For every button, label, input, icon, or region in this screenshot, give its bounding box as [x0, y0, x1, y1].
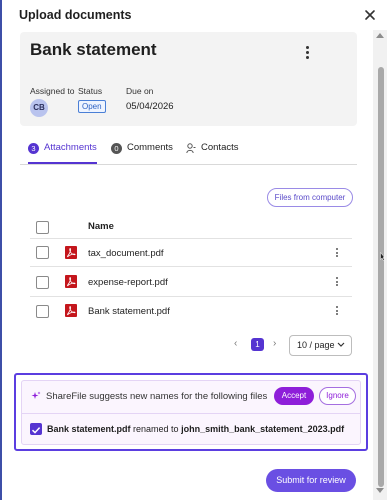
sparkle-icon: [31, 391, 41, 399]
due-on-label: Due on: [126, 86, 154, 96]
row-more-icon[interactable]: [335, 306, 338, 316]
row-more-icon[interactable]: [335, 248, 338, 258]
mouse-cursor-icon: [380, 252, 385, 261]
submit-for-review-button[interactable]: Submit for review: [266, 469, 356, 492]
tab-attachments-label: Attachments: [44, 142, 97, 153]
contacts-icon: [186, 143, 196, 154]
tab-bar: 3 Attachments 0 Comments Contacts: [20, 142, 357, 165]
row-checkbox[interactable]: [36, 276, 49, 289]
rename-suggestion-highlight: ShareFile suggests new names for the fol…: [14, 373, 368, 451]
assigned-to-label: Assigned to: [30, 86, 75, 96]
pdf-icon: [65, 304, 77, 317]
tab-contacts[interactable]: Contacts: [186, 142, 239, 164]
status-badge: Open: [78, 100, 106, 113]
suggestion-divider: [22, 413, 360, 414]
ignore-button[interactable]: Ignore: [319, 387, 356, 405]
rename-suggestion-panel: ShareFile suggests new names for the fol…: [21, 380, 361, 445]
file-name[interactable]: expense-report.pdf: [88, 277, 168, 288]
checkmark-icon: [31, 427, 41, 434]
attachments-count-badge: 3: [28, 143, 39, 154]
due-date: 05/04/2026: [126, 101, 174, 112]
tab-comments-label: Comments: [127, 142, 173, 153]
dialog-title: Upload documents: [19, 8, 132, 22]
page-size-value: 10 / page: [297, 340, 335, 350]
task-title: Bank statement: [30, 40, 157, 59]
avatar: CB: [30, 99, 48, 117]
status-label: Status: [78, 86, 103, 96]
dialog-content: Bank statement Assigned to Status Due on…: [0, 30, 373, 500]
scroll-up-icon[interactable]: [376, 33, 384, 38]
row-checkbox[interactable]: [36, 246, 49, 259]
renamed-to-text: renamed to: [133, 424, 179, 434]
row-checkbox[interactable]: [36, 305, 49, 318]
close-icon[interactable]: [363, 8, 377, 22]
previous-page-icon[interactable]: ‹: [234, 338, 237, 349]
file-name[interactable]: Bank statement.pdf: [88, 306, 170, 317]
table-divider: [30, 266, 352, 267]
scroll-down-icon[interactable]: [376, 488, 384, 493]
rename-checkbox[interactable]: [30, 423, 42, 435]
file-name[interactable]: tax_document.pdf: [88, 248, 164, 259]
new-file-name: john_smith_bank_statement_2023.pdf: [181, 424, 345, 434]
scrollbar[interactable]: [373, 30, 387, 500]
more-options-icon[interactable]: [304, 46, 310, 62]
rename-detail: Bank statement.pdf renamed to john_smith…: [47, 424, 344, 434]
next-page-icon[interactable]: ›: [273, 338, 276, 349]
select-all-checkbox[interactable]: [36, 221, 49, 234]
scrollbar-thumb[interactable]: [378, 67, 384, 487]
pdf-icon: [65, 275, 77, 288]
task-card: Bank statement Assigned to Status Due on…: [20, 32, 357, 126]
pdf-icon: [65, 246, 77, 259]
table-divider: [30, 296, 352, 297]
original-file-name: Bank statement.pdf: [47, 424, 131, 434]
tab-comments[interactable]: 0 Comments: [111, 142, 173, 164]
files-from-computer-button[interactable]: Files from computer: [267, 188, 353, 207]
page-size-select[interactable]: 10 / page: [289, 335, 352, 356]
tab-attachments[interactable]: 3 Attachments: [28, 142, 97, 164]
chevron-down-icon: [337, 342, 345, 347]
suggestion-message: ShareFile suggests new names for the fol…: [46, 391, 268, 402]
name-column-header: Name: [88, 221, 114, 232]
table-divider: [30, 238, 352, 239]
current-page-button[interactable]: 1: [251, 338, 264, 351]
accept-button[interactable]: Accept: [274, 387, 314, 405]
comments-count-badge: 0: [111, 143, 122, 154]
row-more-icon[interactable]: [335, 277, 338, 287]
tab-contacts-label: Contacts: [201, 142, 239, 153]
